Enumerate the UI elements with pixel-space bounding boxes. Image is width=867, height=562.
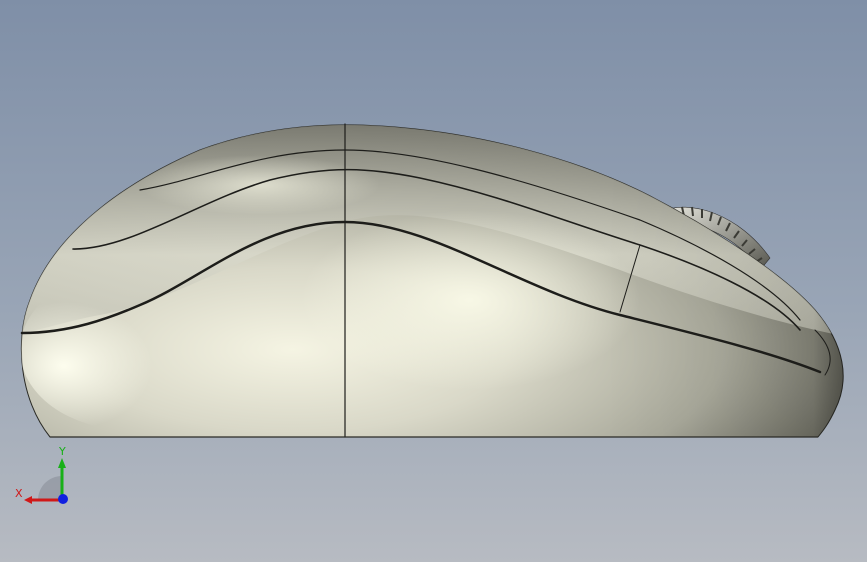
z-axis-dot-icon: [58, 494, 68, 504]
cad-viewport[interactable]: Y X: [0, 0, 867, 562]
mouse-3d-model[interactable]: [0, 0, 867, 562]
triad-plane-icon: [38, 476, 62, 500]
y-axis-label: Y: [58, 445, 66, 458]
coordinate-triad: Y X: [15, 445, 68, 504]
x-axis-label: X: [15, 487, 23, 500]
